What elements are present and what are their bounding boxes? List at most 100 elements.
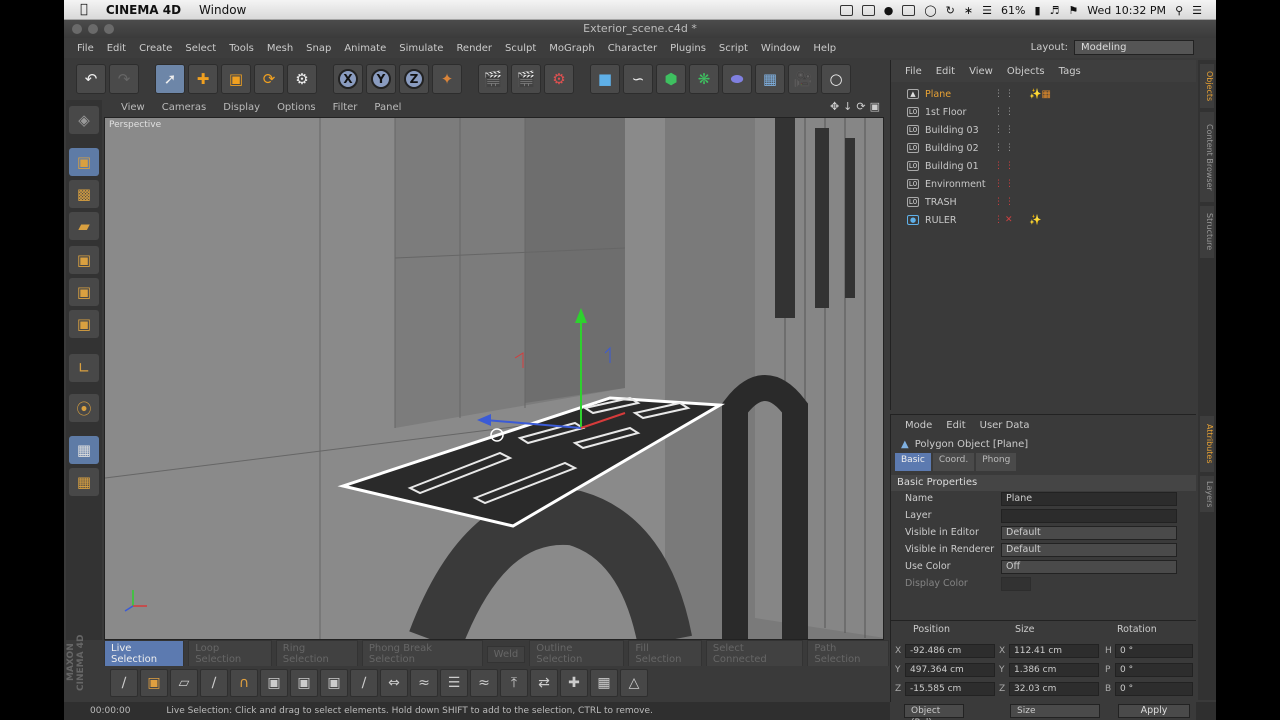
tab-select-connected[interactable]: Select Connected	[705, 640, 804, 668]
z-axis-lock-button[interactable]: Z	[399, 64, 429, 94]
move-tool-button[interactable]: ✚	[188, 64, 218, 94]
object-tags[interactable]: ✨	[1029, 215, 1041, 226]
visibility-flags[interactable]: ⋮⋮	[994, 143, 1016, 153]
battery-icon[interactable]: ▮	[1034, 4, 1040, 17]
position-x-field[interactable]: -92.486 cm	[905, 644, 995, 658]
om-menu-tags[interactable]: Tags	[1059, 66, 1081, 77]
om-menu-edit[interactable]: Edit	[936, 66, 955, 77]
apply-button[interactable]: Apply	[1118, 704, 1190, 718]
viewport-menu-display[interactable]: Display	[223, 102, 260, 113]
menu-character[interactable]: Character	[608, 43, 657, 54]
size-mode-select[interactable]: Size	[1010, 704, 1100, 718]
side-tab-objects[interactable]: Objects	[1200, 64, 1214, 108]
visible-in-renderer-select[interactable]: Default	[1001, 543, 1177, 557]
viewport-menu-options[interactable]: Options	[277, 102, 316, 113]
polygons-mode-icon[interactable]: ▣	[69, 310, 99, 338]
sync-icon[interactable]: ↻	[946, 4, 955, 17]
skype-icon[interactable]: ◯	[924, 4, 936, 17]
tab-path-selection[interactable]: Path Selection	[807, 640, 890, 668]
viewport-menu-cameras[interactable]: Cameras	[162, 102, 206, 113]
side-tab-structure[interactable]: Structure	[1200, 206, 1214, 258]
clock[interactable]: Wed 10:32 PM	[1087, 4, 1166, 17]
set-point-icon[interactable]: ✚	[560, 669, 588, 697]
document-icon[interactable]	[861, 4, 875, 16]
list-icon[interactable]: ☰	[1192, 4, 1202, 17]
redo-button[interactable]: ↷	[109, 64, 139, 94]
object-row[interactable]: L0 Building 03 ⋮⋮	[891, 121, 1197, 139]
tab-phong[interactable]: Phong	[976, 453, 1017, 471]
menu-script[interactable]: Script	[719, 43, 748, 54]
render-view-button[interactable]: 🎬	[478, 64, 508, 94]
extrude-icon[interactable]: ▣	[140, 669, 168, 697]
menu-select[interactable]: Select	[185, 43, 216, 54]
object-tags[interactable]: ✨▦	[1029, 89, 1051, 100]
rotation-h-field[interactable]: 0 °	[1115, 644, 1193, 658]
cube-object-button[interactable]: ■	[590, 64, 620, 94]
object-row[interactable]: L0 Building 01 ⋮⋮	[891, 157, 1197, 175]
om-menu-file[interactable]: File	[905, 66, 922, 77]
line-cut-icon[interactable]: ∕	[110, 669, 138, 697]
magnet-icon[interactable]: ∩	[230, 669, 258, 697]
perspective-viewport[interactable]: Perspective	[104, 117, 884, 640]
coordinate-system-button[interactable]: ✦	[432, 64, 462, 94]
brush-icon[interactable]: ∕	[350, 669, 378, 697]
inner-extrude-icon[interactable]: ▱	[170, 669, 198, 697]
apple-menu-icon[interactable]: 	[80, 2, 88, 17]
search-icon[interactable]: ⚲	[1175, 4, 1183, 17]
camera-object-button[interactable]: 🎥	[788, 64, 818, 94]
x-axis-lock-button[interactable]: X	[333, 64, 363, 94]
viewport-menu-filter[interactable]: Filter	[333, 102, 358, 113]
close-window-icon[interactable]	[72, 24, 82, 34]
layout-select[interactable]: Modeling	[1074, 40, 1194, 55]
bell-icon[interactable]: ●	[884, 4, 894, 17]
tab-loop-selection[interactable]: Loop Selection	[188, 640, 272, 668]
cloner-button[interactable]: ❋	[689, 64, 719, 94]
subdivision-surface-button[interactable]: ⬢	[656, 64, 686, 94]
bluetooth-icon[interactable]: ∗	[964, 4, 973, 17]
model-mode-icon[interactable]: ▣	[69, 148, 99, 176]
visibility-flags[interactable]: ⋮⋮	[994, 89, 1016, 99]
tab-basic[interactable]: Basic	[895, 453, 931, 471]
rotate-tool-button[interactable]: ⟳	[254, 64, 284, 94]
spline-pen-button[interactable]: ∽	[623, 64, 653, 94]
visibility-flags[interactable]: ⋮⋮	[994, 197, 1016, 207]
triangulate-icon[interactable]: △	[620, 669, 648, 697]
visibility-flags[interactable]: ⋮✕	[994, 215, 1015, 225]
menu-render[interactable]: Render	[456, 43, 492, 54]
menu-file[interactable]: File	[77, 43, 94, 54]
subdivide-icon[interactable]: ▦	[590, 669, 618, 697]
snap-icon[interactable]: ⦿	[69, 394, 99, 422]
menu-simulate[interactable]: Simulate	[399, 43, 443, 54]
om-menu-view[interactable]: View	[969, 66, 993, 77]
light-object-button[interactable]: ○	[821, 64, 851, 94]
tab-fill-selection[interactable]: Fill Selection	[628, 640, 702, 668]
slide-icon[interactable]: ⇔	[380, 669, 408, 697]
weld-icon[interactable]: ⤒	[500, 669, 528, 697]
am-menu-mode[interactable]: Mode	[905, 420, 932, 431]
object-row[interactable]: L0 1st Floor ⋮⋮	[891, 103, 1197, 121]
smooth-shift-icon[interactable]: ☰	[440, 669, 468, 697]
volume-icon[interactable]: ♬	[1050, 4, 1060, 17]
use-color-select[interactable]: Off	[1001, 560, 1177, 574]
visibility-flags[interactable]: ⋮⋮	[994, 179, 1016, 189]
tab-outline-selection[interactable]: Outline Selection	[529, 640, 625, 668]
menu-create[interactable]: Create	[139, 43, 172, 54]
screen-icon[interactable]	[839, 4, 853, 16]
side-tab-layers[interactable]: Layers	[1200, 476, 1214, 512]
bevel-icon[interactable]: ▣	[260, 669, 288, 697]
window-menu[interactable]: Window	[199, 3, 246, 17]
minimize-window-icon[interactable]	[88, 24, 98, 34]
bridge-icon[interactable]: ▣	[290, 669, 318, 697]
viewport-menu-view[interactable]: View	[121, 102, 145, 113]
viewport-menu-panel[interactable]: Panel	[374, 102, 401, 113]
size-z-field[interactable]: 32.03 cm	[1009, 682, 1099, 696]
tab-coord[interactable]: Coord.	[932, 453, 975, 471]
rotation-p-field[interactable]: 0 °	[1115, 663, 1193, 677]
tab-live-selection[interactable]: Live Selection	[104, 640, 185, 668]
layer-field[interactable]	[1001, 509, 1177, 523]
edges-mode-icon[interactable]: ▣	[69, 278, 99, 306]
menu-mograph[interactable]: MoGraph	[549, 43, 594, 54]
coordinate-mode-select[interactable]: Object (Rel)	[904, 704, 964, 720]
mirror-icon[interactable]: ⇄	[530, 669, 558, 697]
object-row[interactable]: L0 TRASH ⋮⋮	[891, 193, 1197, 211]
